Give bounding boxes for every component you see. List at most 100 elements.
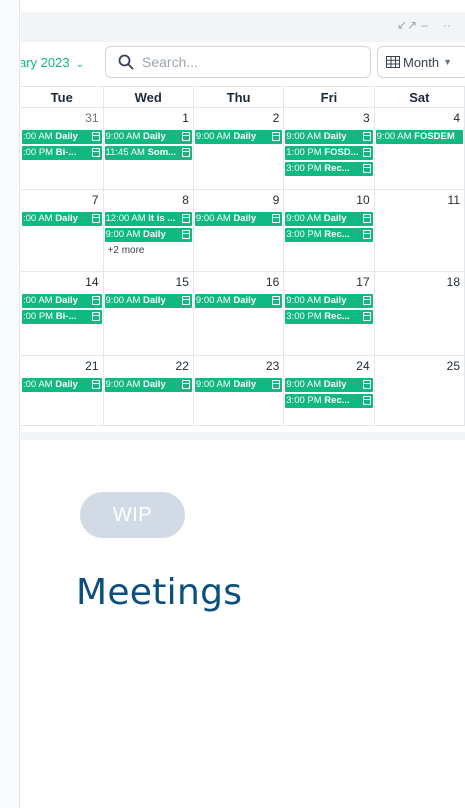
collapse-icon[interactable]: ↙↗ bbox=[397, 18, 417, 32]
day-number: 15 bbox=[175, 275, 189, 289]
month-picker[interactable]: ary 2023 ⌄ bbox=[21, 55, 84, 70]
day-cell[interactable]: 31:00 AM Daily:00 PM Bi-... bbox=[21, 108, 104, 189]
event-time: 9:00 AM bbox=[195, 213, 234, 224]
day-cell[interactable]: 14 :00 AM Daily :00 PM Bi-... bbox=[21, 272, 104, 355]
weekday-fri: Fri bbox=[284, 87, 375, 107]
event-title: Daily bbox=[233, 213, 257, 224]
view-label: Month bbox=[403, 54, 440, 70]
day-cell[interactable]: 24 9:00 AM Daily 3:00 PM Rec... bbox=[284, 356, 375, 425]
day-number: 18 bbox=[446, 275, 461, 289]
event-chip[interactable]: 9:00 AM Daily bbox=[285, 378, 373, 392]
event-title: Daily bbox=[323, 213, 347, 224]
event-chip[interactable]: :00 AM Daily bbox=[22, 130, 102, 144]
event-chip[interactable]: 12:00 AM It is ... bbox=[104, 212, 192, 226]
minimize-icon[interactable]: – bbox=[421, 18, 428, 32]
event-time: 3:00 PM bbox=[286, 229, 325, 240]
event-time: 9:00 AM bbox=[286, 295, 324, 306]
event-time: :00 PM bbox=[23, 311, 56, 322]
day-cell[interactable]: 1 9:00 AM Daily 11:45 AM Som... bbox=[104, 108, 194, 189]
recurring-calendar-icon bbox=[272, 132, 281, 141]
month-grid: Tue Wed Thu Fri Sat 31:00 AM Daily:00 PM Bi-… bbox=[21, 86, 465, 426]
search-input[interactable] bbox=[142, 54, 342, 70]
event-time: :00 AM bbox=[23, 131, 56, 142]
event-title: Daily bbox=[323, 131, 347, 142]
event-chip[interactable]: 1:00 PM FOSD... bbox=[285, 146, 373, 160]
day-cell[interactable]: 2 9:00 AM Daily bbox=[194, 108, 285, 189]
event-chip[interactable]: 3:00 PM Rec... bbox=[285, 394, 373, 408]
calendar-widget: ↙↗ – ·· ary 2023 ⌄ Month▼ TueWedThu bbox=[21, 0, 465, 440]
event-time: 9:00 AM bbox=[105, 295, 144, 306]
recurring-calendar-icon bbox=[91, 312, 100, 321]
event-title: Rec... bbox=[324, 229, 350, 240]
day-number: 7 bbox=[91, 193, 99, 207]
week-row: 21:00 AM Daily 22 9:00 AM Daily 23 9:00 AM D… bbox=[21, 356, 465, 426]
search-box[interactable] bbox=[105, 46, 371, 78]
recurring-calendar-icon bbox=[362, 380, 371, 389]
recurring-calendar-icon bbox=[362, 230, 371, 239]
event-chip[interactable]: 3:00 PM Rec... bbox=[285, 310, 373, 324]
day-cell[interactable]: 21:00 AM Daily bbox=[21, 356, 104, 425]
event-chip[interactable]: 3:00 PM Rec... bbox=[285, 228, 373, 242]
day-cell[interactable]: 3 9:00 AM Daily 1:00 PM FOSD... 3:00 PM Rec… bbox=[284, 108, 375, 189]
event-time: 9:00 AM bbox=[195, 131, 234, 142]
day-number: 16 bbox=[265, 275, 280, 289]
event-chip[interactable]: 9:00 AM Daily bbox=[104, 130, 192, 144]
event-chip[interactable]: 9:00 AM Daily bbox=[285, 130, 373, 144]
day-cell[interactable]: 15 9:00 AM Daily bbox=[104, 272, 194, 355]
weekday-tue: Tue bbox=[21, 87, 104, 107]
day-cell[interactable]: 25 bbox=[375, 356, 465, 425]
event-chip[interactable]: :00 PM Bi-... bbox=[22, 310, 102, 324]
recurring-calendar-icon bbox=[181, 214, 190, 223]
event-time: 11:45 AM bbox=[105, 147, 148, 158]
event-time: 9:00 AM bbox=[286, 379, 324, 390]
recurring-calendar-icon bbox=[362, 148, 371, 157]
event-chip[interactable]: 9:00 AM FOSDEM bbox=[375, 130, 464, 144]
recurring-calendar-icon bbox=[272, 214, 281, 223]
event-chip[interactable]: 9:00 AM Daily bbox=[285, 212, 373, 226]
event-title: Daily bbox=[143, 379, 166, 390]
day-number: 8 bbox=[182, 193, 189, 207]
more-icon[interactable]: ·· bbox=[443, 18, 451, 32]
event-title: Bi-... bbox=[55, 311, 77, 322]
day-number: 3 bbox=[362, 111, 370, 125]
event-chip[interactable]: 9:00 AM Daily bbox=[104, 228, 192, 242]
event-chip[interactable]: 9:00 AM Daily bbox=[194, 212, 283, 226]
day-cell[interactable]: 7 :00 AM Daily bbox=[21, 190, 104, 271]
day-cell[interactable]: 9 9:00 AM Daily bbox=[194, 190, 285, 271]
event-time: 3:00 PM bbox=[286, 395, 325, 406]
event-title: Daily bbox=[143, 229, 166, 240]
caret-down-icon: ▼ bbox=[443, 57, 453, 67]
day-number: 23 bbox=[265, 359, 280, 373]
event-chip[interactable]: 9:00 AM Daily bbox=[194, 378, 283, 392]
grid-icon bbox=[386, 56, 400, 68]
event-chip[interactable]: 9:00 AM Daily bbox=[104, 294, 192, 308]
event-chip[interactable]: 9:00 AM Daily bbox=[194, 294, 283, 308]
day-cell[interactable]: 23 9:00 AM Daily bbox=[194, 356, 285, 425]
day-number: 10 bbox=[356, 193, 370, 207]
event-chip[interactable]: 9:00 AM Daily bbox=[104, 378, 192, 392]
event-chip[interactable]: 11:45 AM Som... bbox=[104, 146, 192, 160]
event-chip[interactable]: :00 PM Bi-... bbox=[22, 146, 102, 160]
day-cell[interactable]: 10 9:00 AM Daily 3:00 PM Rec... bbox=[284, 190, 375, 271]
weekday-sat: Sat bbox=[375, 87, 465, 107]
event-time: 9:00 AM bbox=[376, 131, 415, 142]
event-chip[interactable]: :00 AM Daily bbox=[22, 378, 102, 392]
event-chip[interactable]: 9:00 AM Daily bbox=[285, 294, 373, 308]
day-cell[interactable]: 4 9:00 AM FOSDEM bbox=[375, 108, 465, 189]
day-cell[interactable]: 8 12:00 AM It is ... 9:00 AM Daily +2 more bbox=[104, 190, 194, 271]
view-select[interactable]: Month ▼ bbox=[377, 46, 465, 78]
event-chip[interactable]: :00 AM Daily bbox=[22, 294, 102, 308]
event-chip[interactable]: :00 AM Daily bbox=[22, 212, 102, 226]
day-cell[interactable]: 11 bbox=[375, 190, 465, 271]
day-number: 14 bbox=[85, 275, 99, 289]
more-events-link[interactable]: +2 more bbox=[104, 244, 193, 258]
event-chip[interactable]: 9:00 AM Daily bbox=[194, 130, 283, 144]
day-cell[interactable]: 16 9:00 AM Daily bbox=[194, 272, 285, 355]
day-cell[interactable]: 18 bbox=[375, 272, 465, 355]
event-title: Daily bbox=[55, 131, 78, 142]
event-time: 1:00 PM bbox=[286, 147, 325, 158]
day-cell[interactable]: 22 9:00 AM Daily bbox=[104, 356, 194, 425]
day-cell[interactable]: 17 9:00 AM Daily 3:00 PM Rec... bbox=[284, 272, 375, 355]
event-title: FOSD... bbox=[324, 147, 359, 158]
event-chip[interactable]: 3:00 PM Rec... bbox=[285, 162, 373, 176]
